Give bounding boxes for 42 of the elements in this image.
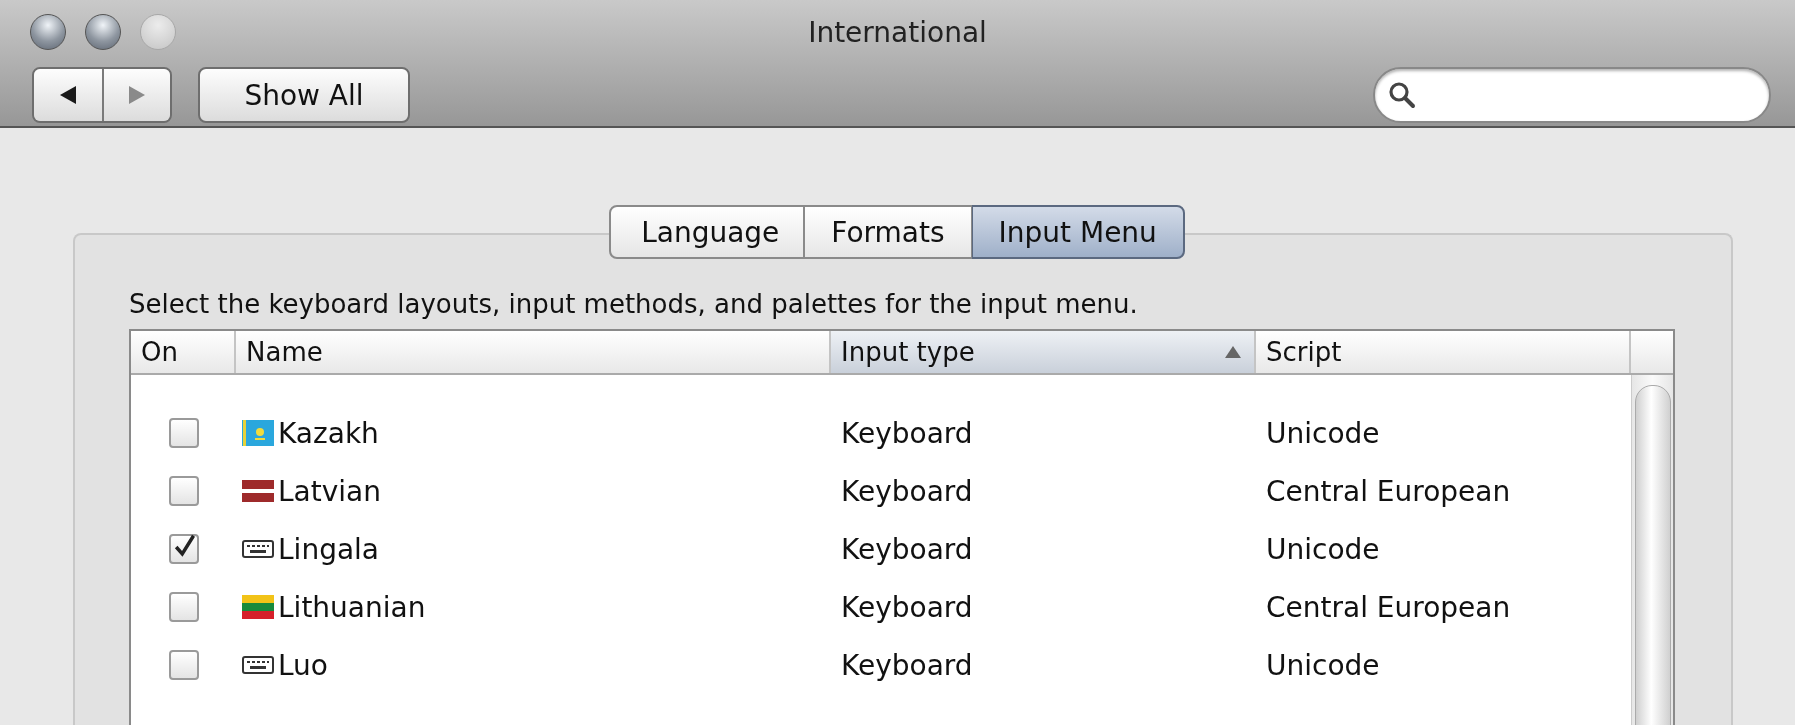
column-header[interactable]: On — [131, 331, 236, 373]
checkbox[interactable] — [168, 534, 199, 564]
tab[interactable]: Formats — [804, 205, 972, 259]
source-name: Latvian — [278, 474, 381, 508]
zoom-button[interactable] — [140, 14, 176, 50]
checkbox[interactable] — [168, 476, 199, 506]
source-name: Luo — [278, 648, 328, 682]
input-type-text: Keyboard — [841, 532, 973, 566]
search-icon — [1387, 80, 1417, 110]
source-name: Kazakh — [278, 416, 379, 450]
input-type-text: Keyboard — [841, 648, 973, 682]
script-text: Unicode — [1266, 648, 1380, 682]
source-name: Lingala — [278, 532, 379, 566]
script-text: Unicode — [1266, 416, 1380, 450]
flag-icon — [242, 595, 274, 619]
tab[interactable]: Input Menu — [971, 205, 1185, 259]
input-type-text: Keyboard — [841, 474, 973, 508]
checkbox[interactable] — [168, 592, 199, 622]
input-type-text: Keyboard — [841, 416, 973, 450]
checkbox[interactable] — [168, 418, 199, 448]
script-text: Central European — [1266, 474, 1511, 508]
flag-icon — [242, 480, 274, 502]
tab[interactable]: Language — [609, 205, 805, 259]
forward-button[interactable] — [102, 69, 170, 121]
script-text: Unicode — [1266, 532, 1380, 566]
close-button[interactable] — [30, 14, 66, 50]
show-all-button[interactable]: Show All — [198, 67, 410, 123]
column-header[interactable]: Script — [1256, 331, 1631, 373]
minimize-button[interactable] — [85, 14, 121, 50]
column-header[interactable]: Input type — [831, 331, 1256, 373]
back-button[interactable] — [34, 69, 102, 121]
keyboard-icon — [242, 540, 274, 558]
instruction-text: Select the keyboard layouts, input methods, and palettes for the input menu. — [129, 289, 1139, 319]
sort-ascending-icon — [1224, 345, 1242, 359]
flag-icon — [242, 420, 274, 446]
script-text: Central European — [1266, 590, 1511, 624]
source-name: Lithuanian — [278, 590, 426, 624]
keyboard-icon — [242, 656, 274, 674]
search-field[interactable] — [1373, 67, 1771, 123]
input-type-text: Keyboard — [841, 590, 973, 624]
checkbox[interactable] — [168, 650, 199, 680]
window-title: International — [808, 16, 987, 49]
